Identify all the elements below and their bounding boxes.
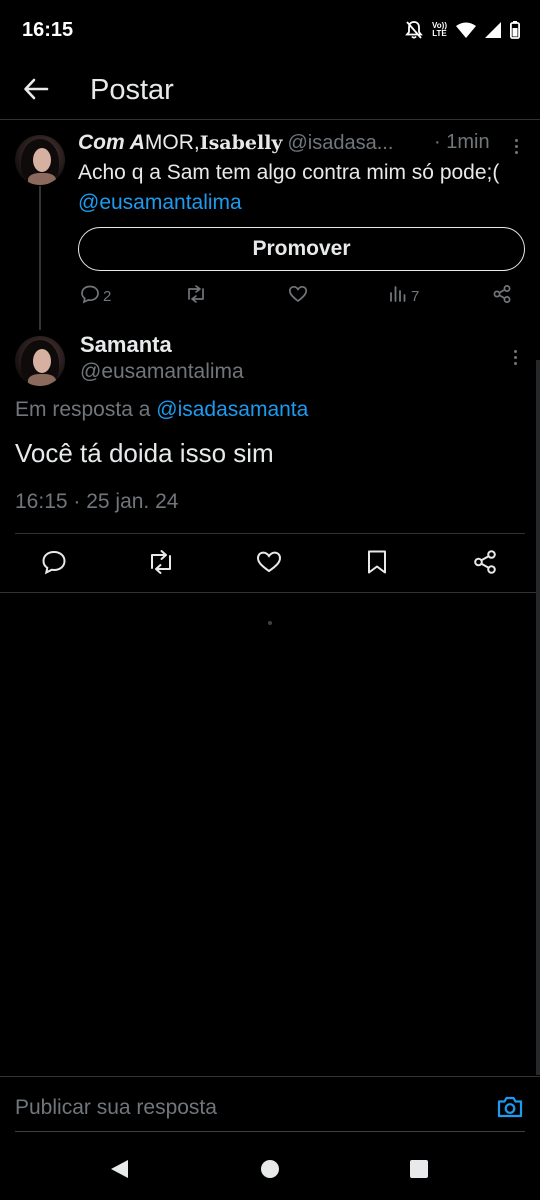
like-action[interactable] [288,284,308,308]
status-icons: Vo)) LTE [405,20,520,40]
scrollbar[interactable] [536,360,540,1075]
nav-home-button[interactable] [260,1158,280,1185]
page-title: Postar [90,74,174,106]
reply-button[interactable] [39,550,69,578]
original-author-handle: @isadasa... [287,132,394,154]
avatar-original-author[interactable] [15,135,65,185]
reply-to-handle-link[interactable]: @isadasamanta [156,398,308,421]
nav-recents-button[interactable] [409,1158,429,1185]
reply-count: 2 [103,287,112,305]
signal-icon [485,22,501,38]
repost-icon [147,549,175,580]
original-author-name[interactable]: Com AMOR,Isabelly [78,131,282,155]
bell-off-icon [405,20,423,40]
camera-icon [496,1096,524,1124]
status-time: 16:15 [22,19,74,41]
circle-home-icon [260,1160,280,1184]
volte-lte-icon: Vo)) LTE [432,21,447,38]
main-author-name[interactable]: Samanta [80,332,172,358]
avatar-main-author[interactable] [15,336,65,386]
battery-icon [510,21,520,39]
share-button[interactable] [470,549,500,580]
main-post-timestamp: 16:15 · 25 jan. 24 [15,490,179,513]
thread-connector-line [39,186,41,330]
original-post-time: · 1min [434,131,490,153]
views-action[interactable]: 7 [388,284,419,308]
triangle-back-icon [109,1160,131,1184]
reply-action[interactable]: 2 [80,284,111,308]
repost-action[interactable] [185,284,207,308]
views-icon [388,284,408,308]
status-bar: 16:15 Vo)) LTE [0,0,540,62]
more-vertical-icon [506,133,526,154]
heart-icon [256,549,282,580]
reply-icon [41,549,67,580]
more-vertical-icon [505,344,525,365]
promote-button[interactable]: Promover [78,227,525,271]
top-app-bar: Postar [0,62,540,120]
like-button[interactable] [254,550,284,578]
camera-button[interactable] [496,1094,524,1122]
original-post-actions: 2 7 [78,284,518,310]
back-button[interactable] [18,74,54,108]
original-post-text: Acho q a Sam tem algo contra mim só pode… [78,161,500,214]
loading-indicator [268,621,272,625]
wifi-icon [456,22,476,38]
share-icon [472,549,498,580]
reply-input-underline [15,1131,525,1132]
reply-input[interactable] [15,1086,485,1130]
repost-icon [185,284,207,308]
main-post-actions [0,534,540,592]
share-action[interactable] [492,284,512,308]
main-post-text: Você tá doida isso sim [15,438,274,468]
square-recents-icon [409,1160,429,1184]
reply-context: Em resposta a @isadasamanta [15,398,309,421]
repost-button[interactable] [146,549,176,580]
divider [0,592,540,593]
reply-icon [80,284,100,308]
bookmark-icon [366,549,388,580]
heart-icon [288,284,308,308]
share-icon [492,284,512,308]
main-post-more-button[interactable] [505,344,525,368]
main-author-handle[interactable]: @eusamantalima [80,360,244,384]
mention-link[interactable]: @eusamantalima [78,191,242,214]
system-navigation-bar [0,1138,540,1200]
original-post-header: Com AMOR,Isabelly @isadasa... · 1min [78,131,528,159]
nav-back-button[interactable] [109,1158,131,1185]
bookmark-button[interactable] [362,550,392,578]
original-post-more-button[interactable] [506,133,526,157]
views-count: 7 [411,287,420,305]
arrow-left-icon [23,78,49,105]
